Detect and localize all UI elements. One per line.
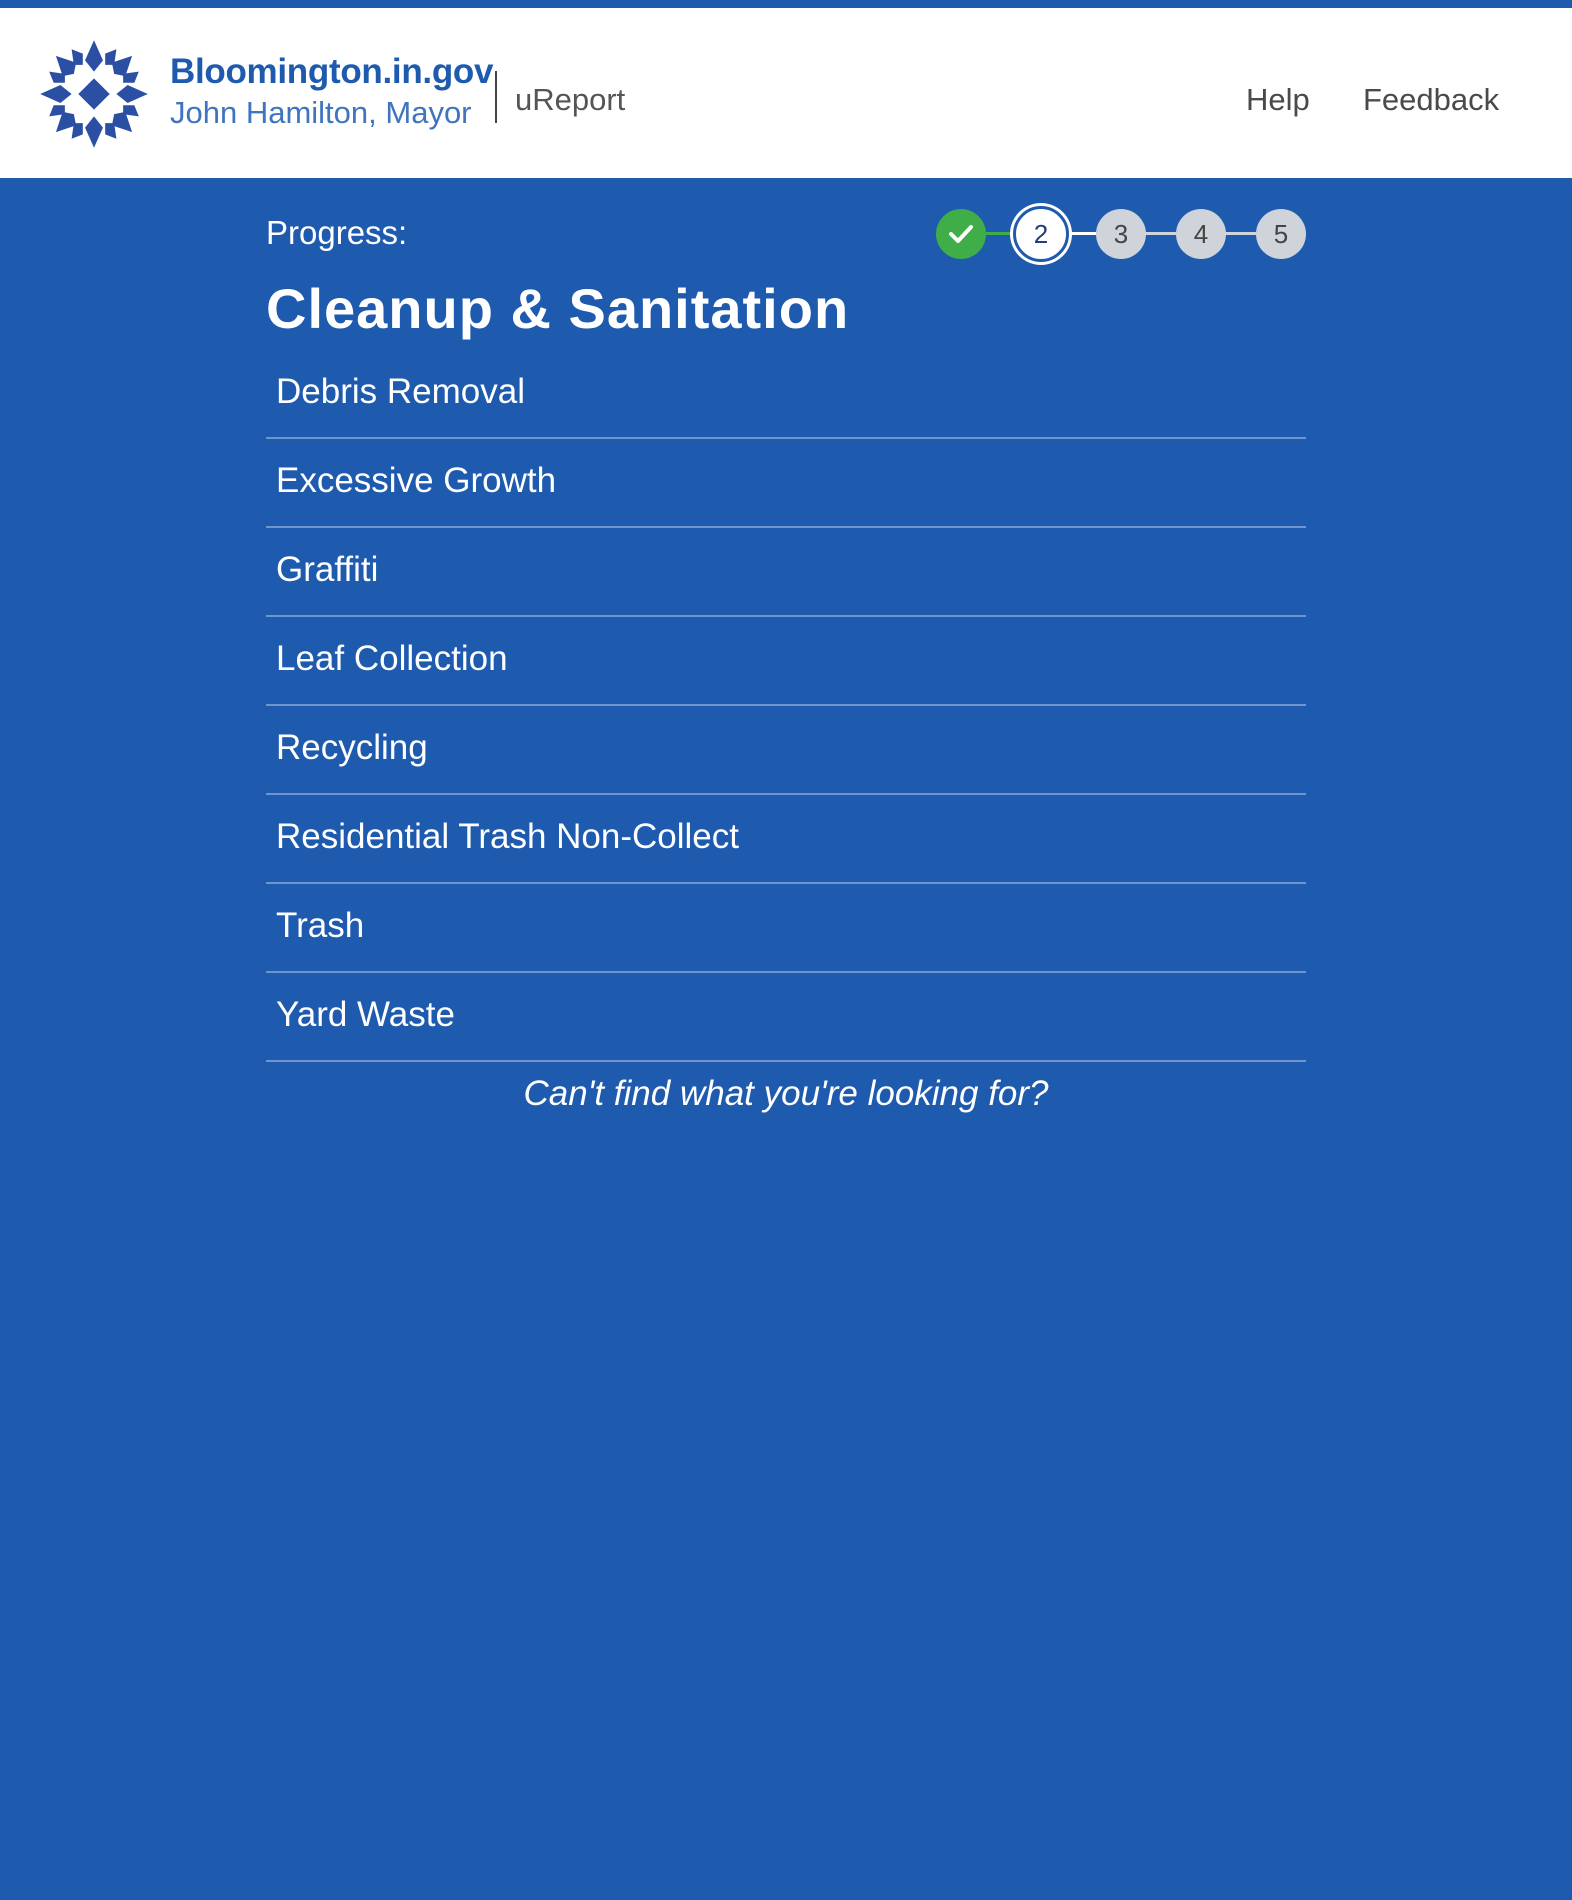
list-item-label[interactable]: Debris Removal	[276, 372, 525, 412]
city-star-logo-icon[interactable]	[38, 38, 150, 150]
list-item[interactable]: Recycling	[266, 706, 1306, 795]
list-item-label[interactable]: Yard Waste	[276, 995, 455, 1035]
step-5: 5	[1256, 209, 1306, 259]
step-2-current: 2	[1013, 206, 1069, 262]
list-item[interactable]: Trash	[266, 884, 1306, 973]
subcategory-list: Debris Removal Excessive Growth Graffiti…	[266, 350, 1306, 1062]
top-accent-stripe	[0, 0, 1572, 8]
nav-help-link[interactable]: Help	[1246, 82, 1310, 118]
list-item-label[interactable]: Trash	[276, 906, 364, 946]
cant-find-link[interactable]: Can't find what you're looking for?	[266, 1074, 1306, 1114]
list-item[interactable]: Debris Removal	[266, 350, 1306, 439]
site-header: Bloomington.in.gov John Hamilton, Mayor …	[0, 8, 1572, 178]
step-1-complete[interactable]	[936, 209, 986, 259]
list-item[interactable]: Graffiti	[266, 528, 1306, 617]
list-item-label[interactable]: Graffiti	[276, 550, 378, 590]
checkmark-icon	[949, 225, 973, 243]
nav-feedback-link[interactable]: Feedback	[1363, 82, 1499, 118]
brand-subtitle: John Hamilton, Mayor	[170, 95, 472, 130]
brand-block[interactable]: Bloomington.in.gov John Hamilton, Mayor	[170, 52, 493, 133]
list-item-label[interactable]: Excessive Growth	[276, 461, 556, 501]
step-3: 3	[1096, 209, 1146, 259]
progress-label: Progress:	[266, 214, 408, 251]
progress-stepper: 2 3 4 5	[936, 206, 1306, 262]
brand-name[interactable]: Bloomington.in.gov	[170, 52, 493, 92]
list-item[interactable]: Residential Trash Non-Collect	[266, 795, 1306, 884]
category-title: Cleanup & Sanitation	[266, 277, 850, 340]
header-divider	[495, 71, 497, 123]
list-item-label[interactable]: Recycling	[276, 728, 428, 768]
list-item[interactable]: Excessive Growth	[266, 439, 1306, 528]
list-item[interactable]: Yard Waste	[266, 973, 1306, 1062]
list-item[interactable]: Leaf Collection	[266, 617, 1306, 706]
app-name-link[interactable]: uReport	[515, 82, 625, 118]
step-4: 4	[1176, 209, 1226, 259]
list-item-label[interactable]: Leaf Collection	[276, 639, 508, 679]
list-item-label[interactable]: Residential Trash Non-Collect	[276, 817, 739, 857]
